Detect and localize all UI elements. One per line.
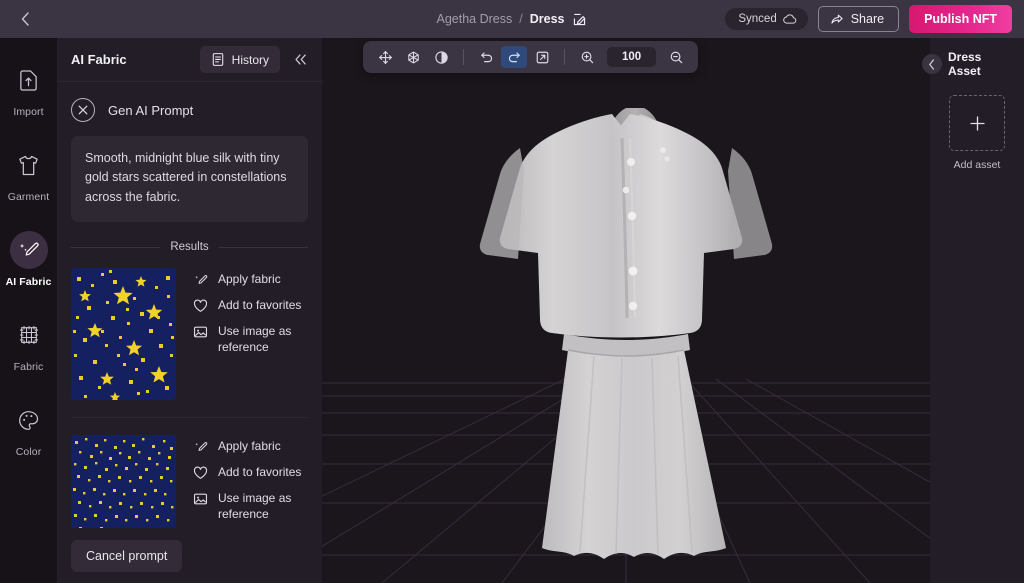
results-divider: Results xyxy=(71,241,309,254)
double-chevron-left-icon[interactable] xyxy=(288,48,312,72)
divider-line-right xyxy=(218,246,309,248)
rail-item-ai-fabric[interactable]: AI Fabric xyxy=(0,222,57,294)
use-image-as-reference-action[interactable]: Use image as reference xyxy=(193,491,308,523)
divider-line-left xyxy=(71,246,161,248)
open-external-icon[interactable] xyxy=(529,46,555,68)
breadcrumb-parent[interactable]: Agetha Dress xyxy=(437,12,513,26)
apply-fabric-action[interactable]: Apply fabric xyxy=(193,439,308,455)
breadcrumb-separator: / xyxy=(519,12,523,26)
share-button[interactable]: Share xyxy=(817,6,900,32)
redo-arrow-icon[interactable] xyxy=(501,46,527,68)
apply-fabric-action[interactable]: Apply fabric xyxy=(193,272,308,288)
rail-label-color: Color xyxy=(15,446,42,458)
back-button[interactable] xyxy=(6,0,44,38)
rail-item-import[interactable]: Import xyxy=(0,52,57,124)
add-asset-label: Add asset xyxy=(953,159,1001,171)
app-root: Agetha Dress / Dress Synced Share Publis… xyxy=(0,0,1024,583)
fabric-result-row: Apply fabric Add to favorites Use image … xyxy=(71,435,308,528)
panel-title: AI Fabric xyxy=(71,52,127,67)
magic-wand-icon xyxy=(193,272,208,287)
add-asset-group: Add asset xyxy=(949,95,1005,171)
asset-panel: Dress Asset Add asset xyxy=(922,38,1024,583)
rail-label-ai-fabric: AI Fabric xyxy=(5,276,52,288)
fabric-actions: Apply fabric Add to favorites Use image … xyxy=(193,435,308,528)
plus-icon xyxy=(969,115,985,131)
pencil-edit-icon[interactable] xyxy=(572,12,587,27)
use-image-as-reference-label: Use image as reference xyxy=(218,490,292,521)
history-button[interactable]: History xyxy=(199,46,280,73)
chevron-left-icon[interactable] xyxy=(922,54,942,74)
rail-label-garment: Garment xyxy=(7,191,50,203)
rail-item-color[interactable]: Color xyxy=(0,392,57,464)
publish-nft-button[interactable]: Publish NFT xyxy=(909,5,1012,33)
3d-viewport[interactable]: 100 xyxy=(322,38,930,583)
breadcrumb-current[interactable]: Dress xyxy=(530,12,565,26)
magic-wand-icon xyxy=(193,439,208,454)
add-to-favorites-action[interactable]: Add to favorites xyxy=(193,298,308,314)
tshirt-icon xyxy=(10,146,48,184)
rail-item-fabric[interactable]: Fabric xyxy=(0,307,57,379)
add-to-favorites-label: Add to favorites xyxy=(218,464,302,479)
fabric-swatch-2[interactable] xyxy=(71,435,176,528)
heart-outline-icon xyxy=(193,298,208,313)
asset-panel-header: Dress Asset xyxy=(922,50,1024,78)
fabric-swatch-1[interactable] xyxy=(71,268,176,401)
ai-fabric-panel: AI Fabric History Gen AI Prompt Smooth, … xyxy=(57,38,322,583)
results-label: Results xyxy=(170,241,209,254)
panel-footer: Cancel prompt xyxy=(57,528,322,583)
synced-status-chip[interactable]: Synced xyxy=(725,8,808,30)
panel-header: AI Fabric History xyxy=(57,38,322,82)
toolbar-divider xyxy=(463,49,464,65)
contrast-half-circle-icon[interactable] xyxy=(428,46,454,68)
use-image-as-reference-action[interactable]: Use image as reference xyxy=(193,324,308,356)
share-label: Share xyxy=(850,12,885,26)
add-asset-button[interactable] xyxy=(949,95,1005,151)
synced-label: Synced xyxy=(738,13,777,25)
image-icon xyxy=(193,491,208,506)
use-image-as-reference-label: Use image as reference xyxy=(218,323,292,354)
apply-fabric-label: Apply fabric xyxy=(218,439,281,454)
add-to-favorites-label: Add to favorites xyxy=(218,297,302,312)
cancel-prompt-button[interactable]: Cancel prompt xyxy=(71,539,183,572)
viewport-toolbar: 100 xyxy=(363,41,699,73)
zoom-level-input[interactable]: 100 xyxy=(607,47,657,67)
cloud-icon xyxy=(782,14,797,24)
history-label: History xyxy=(231,52,269,67)
asset-panel-title: Dress Asset xyxy=(948,50,982,78)
add-to-favorites-action[interactable]: Add to favorites xyxy=(193,465,308,481)
rotate-gizmo-icon[interactable] xyxy=(400,46,426,68)
chevron-left-icon xyxy=(21,12,29,26)
apply-fabric-label: Apply fabric xyxy=(218,272,281,287)
heart-outline-icon xyxy=(193,465,208,480)
image-icon xyxy=(193,324,208,339)
left-tool-rail: Import Garment AI Fabric Fabric Color xyxy=(0,38,57,583)
zoom-out-icon[interactable] xyxy=(663,46,689,68)
dress-3d-model[interactable] xyxy=(322,38,930,583)
undo-arrow-icon[interactable] xyxy=(473,46,499,68)
top-bar: Agetha Dress / Dress Synced Share Publis… xyxy=(0,0,1024,38)
top-bar-actions: Synced Share Publish NFT xyxy=(725,0,1012,38)
gen-ai-prompt-label: Gen AI Prompt xyxy=(108,102,194,118)
close-circle-icon[interactable] xyxy=(71,98,95,122)
rail-item-garment[interactable]: Garment xyxy=(0,137,57,209)
fabric-result-row: Apply fabric Add to favorites Use image … xyxy=(71,268,308,419)
panel-body: Smooth, midnight blue silk with tiny gol… xyxy=(57,136,322,528)
gen-ai-prompt-header: Gen AI Prompt xyxy=(57,82,322,136)
rail-label-import: Import xyxy=(13,106,44,118)
magic-wand-icon xyxy=(9,231,48,269)
palette-icon xyxy=(10,401,48,439)
prompt-text[interactable]: Smooth, midnight blue silk with tiny gol… xyxy=(71,136,308,223)
fabric-actions: Apply fabric Add to favorites Use image … xyxy=(193,268,308,400)
file-upload-icon xyxy=(10,61,48,99)
move-arrows-icon[interactable] xyxy=(372,46,398,68)
weave-grid-icon xyxy=(10,316,48,354)
rail-label-fabric: Fabric xyxy=(13,361,44,373)
share-arrow-icon xyxy=(831,14,843,24)
document-list-icon xyxy=(212,53,223,66)
zoom-in-icon[interactable] xyxy=(574,46,600,68)
toolbar-divider xyxy=(564,49,565,65)
